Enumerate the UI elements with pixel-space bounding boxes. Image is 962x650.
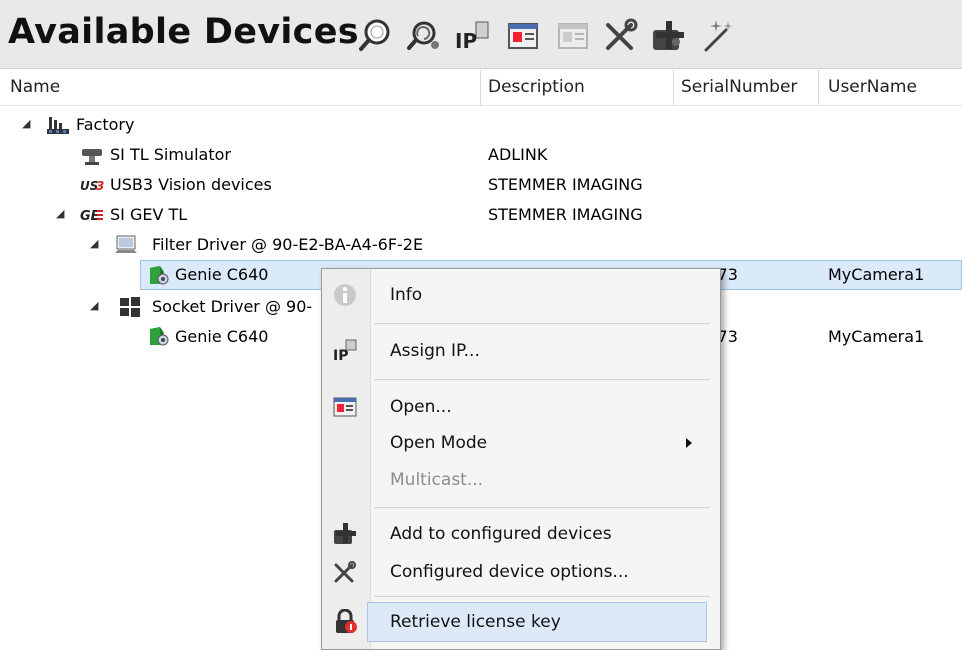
assign-ip-icon[interactable]: IP: [452, 16, 492, 56]
tree-label: USB3 Vision devices: [110, 175, 272, 194]
menu-item-open[interactable]: Open...: [322, 388, 720, 426]
toolbar-header: Available Devices IP: [0, 0, 962, 69]
menu-label: Open Mode: [390, 433, 488, 453]
menu-item-open-mode[interactable]: Open Mode: [322, 424, 720, 462]
menu-item-retrieve-license[interactable]: Retrieve license key: [336, 602, 707, 642]
menu-label: Open...: [390, 397, 452, 417]
open-device-disabled-icon[interactable]: [553, 16, 593, 56]
menu-item-configured-options[interactable]: Configured device options...: [322, 553, 720, 591]
info-icon: [332, 282, 358, 308]
ip-badge-text: IP: [455, 29, 477, 53]
menu-label: Add to configured devices: [390, 524, 612, 544]
menu-label: Info: [390, 285, 423, 305]
factory-icon: [46, 113, 70, 137]
assign-ip-icon: IP: [332, 338, 358, 364]
column-name[interactable]: Name: [10, 77, 60, 97]
menu-item-assign-ip[interactable]: IP Assign IP...: [322, 332, 720, 370]
gev-badge-text: GE: [80, 209, 100, 224]
column-username[interactable]: UserName: [828, 77, 917, 97]
open-device-icon: [332, 394, 358, 420]
camera-icon: [146, 325, 170, 349]
gev-icon: GE: [80, 203, 104, 227]
page-title: Available Devices: [8, 12, 359, 52]
tree-label: Filter Driver @ 90-E2-BA-A4-6F-2E: [152, 235, 424, 254]
menu-item-info[interactable]: Info: [322, 276, 720, 314]
menu-label: Configured device options...: [390, 562, 629, 582]
column-header-bar: Name Description SerialNumber UserName: [0, 70, 962, 106]
column-serial[interactable]: SerialNumber: [681, 77, 797, 97]
tree-row-filter-driver[interactable]: ◢ Filter Driver @ 90-E2-BA-A4-6F-2E: [0, 230, 962, 260]
tree-row-factory[interactable]: ◢ Factory: [0, 110, 962, 140]
menu-label: Multicast...: [390, 470, 484, 490]
menu-item-multicast: Multicast...: [322, 461, 720, 499]
search-refresh-icon[interactable]: [404, 16, 444, 56]
windows-icon: [118, 295, 142, 319]
expand-arrow-icon[interactable]: ◢: [90, 299, 98, 312]
tree-label: Genie C640: [175, 327, 269, 346]
description-cell: STEMMER IMAGING: [488, 175, 643, 194]
wizard-icon[interactable]: [696, 16, 736, 56]
column-divider[interactable]: [480, 70, 481, 105]
tree-row-usb3[interactable]: US 3 USB3 Vision devices STEMMER IMAGING: [0, 170, 962, 200]
username-cell: MyCamera1: [828, 265, 925, 284]
expand-arrow-icon[interactable]: ◢: [22, 117, 30, 130]
description-cell: ADLINK: [488, 145, 548, 164]
camera-icon: [146, 264, 170, 288]
menu-separator: [374, 507, 710, 508]
menu-separator: [374, 379, 710, 380]
tree-row-simulator[interactable]: SI TL Simulator ADLINK: [0, 140, 962, 170]
open-device-icon[interactable]: [503, 16, 543, 56]
add-device-icon[interactable]: [648, 16, 688, 56]
column-divider[interactable]: [673, 70, 674, 105]
svg-text:3: 3: [96, 179, 104, 193]
menu-label: Retrieve license key: [390, 612, 561, 632]
license-lock-icon: [333, 609, 359, 635]
expand-arrow-icon[interactable]: ◢: [90, 237, 98, 250]
tree-label: SI TL Simulator: [110, 145, 231, 164]
add-device-icon: [332, 521, 358, 547]
simulator-icon: [80, 143, 104, 167]
tree-row-gev[interactable]: ◢ GE SI GEV TL STEMMER IMAGING: [0, 200, 962, 230]
menu-separator: [374, 596, 710, 597]
submenu-arrow-icon: [686, 438, 692, 448]
menu-separator: [374, 323, 710, 324]
usb3-icon: US 3: [80, 173, 104, 197]
username-cell: MyCamera1: [828, 327, 925, 346]
column-description[interactable]: Description: [488, 77, 585, 97]
tools-icon: [332, 559, 358, 585]
expand-arrow-icon[interactable]: ◢: [56, 207, 64, 220]
menu-item-add-configured[interactable]: Add to configured devices: [322, 515, 720, 553]
context-menu: Info IP Assign IP... Open... Open Mode M…: [321, 268, 721, 650]
network-adapter-icon: [114, 233, 138, 257]
ip-badge-text: IP: [333, 348, 348, 364]
menu-label: Assign IP...: [390, 341, 480, 361]
tree-label: Factory: [76, 115, 135, 134]
tree-label: Genie C640: [175, 265, 269, 284]
tools-icon[interactable]: [600, 16, 640, 56]
description-cell: STEMMER IMAGING: [488, 205, 643, 224]
tree-label: SI GEV TL: [110, 205, 188, 224]
tree-label: Socket Driver @ 90-: [152, 297, 313, 316]
discover-icon[interactable]: [356, 16, 396, 56]
column-divider[interactable]: [818, 70, 819, 105]
